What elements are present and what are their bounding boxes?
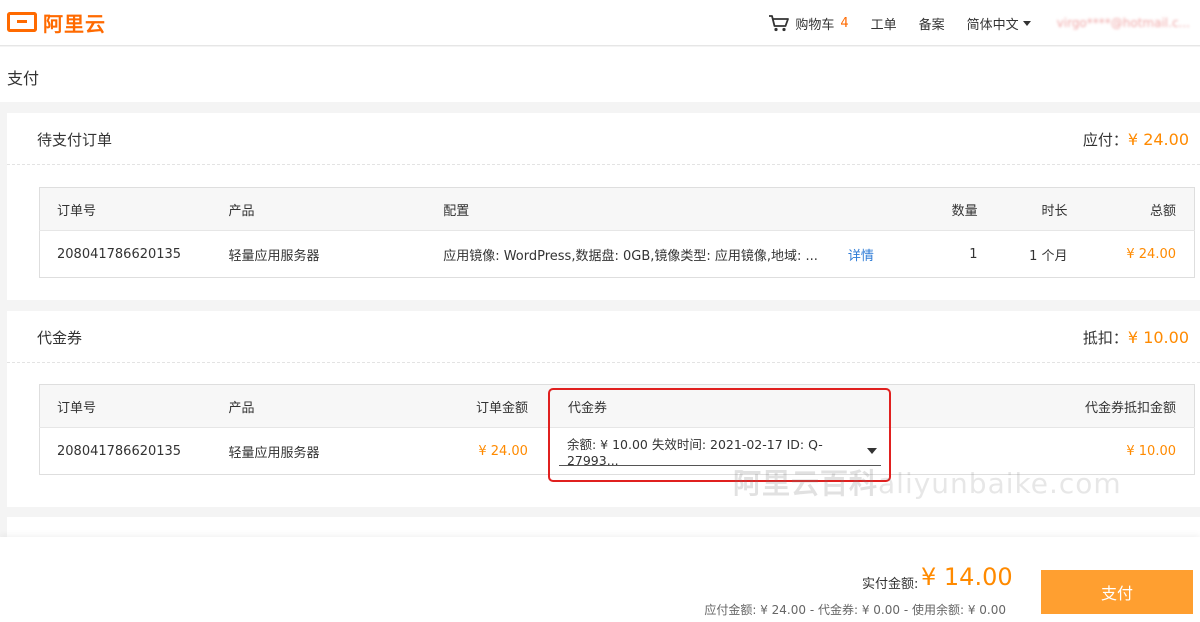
deduction-summary: 抵扣：¥ 10.00 — [1083, 327, 1189, 348]
deduction-amount: ¥ 10.00 — [1127, 328, 1189, 347]
pay-button[interactable]: 支付 — [1041, 570, 1193, 614]
quantity-value: 1 — [969, 246, 978, 262]
col-order-no: 订单号 — [39, 384, 212, 428]
ticket-label: 工单 — [870, 17, 897, 33]
voucher-panel: 代金券 抵扣：¥ 10.00 订单号 产品 订单金额 代金券 代金券抵扣金额 2… — [7, 311, 1200, 507]
pending-orders-table: 订单号 产品 配置 数量 时长 总额 208041786620135 轻量应用服… — [39, 187, 1195, 278]
pay-breakdown: 应付金额: ¥ 24.00 - 代金券: ¥ 0.00 - 使用余额: ¥ 0.… — [704, 603, 1006, 617]
payment-footer: 实付金额: ¥ 14.00 应付金额: ¥ 24.00 - 代金券: ¥ 0.0… — [0, 537, 1200, 622]
voucher-title: 代金券 — [37, 329, 83, 347]
col-voucher: 代金券 — [545, 384, 926, 428]
col-duration: 时长 — [995, 187, 1086, 231]
order-number: 208041786620135 — [57, 443, 182, 459]
chevron-down-icon — [1022, 20, 1031, 26]
ticket-link[interactable]: 工单 — [871, 14, 897, 33]
voucher-header: 代金券 抵扣：¥ 10.00 — [7, 311, 1200, 363]
cart-icon — [769, 15, 790, 32]
payable-label: 应付： — [1082, 131, 1128, 149]
order-amount-value: ¥ 24.00 — [478, 443, 528, 459]
table-header-row: 订单号 产品 配置 数量 时长 总额 — [39, 187, 1195, 231]
payable-summary: 应付：¥ 24.00 — [1083, 129, 1189, 150]
voucher-selected-value: 余额: ¥ 10.00 失效时间: 2021-02-17 ID: Q-27993… — [566, 436, 823, 468]
total-value: ¥ 24.00 — [1126, 246, 1176, 262]
col-quantity: 数量 — [895, 187, 996, 231]
deduction-value: ¥ 10.00 — [1126, 443, 1176, 459]
filing-link[interactable]: 备案 — [919, 14, 945, 33]
deduction-label: 抵扣： — [1082, 329, 1128, 347]
pending-orders-panel: 待支付订单 应付：¥ 24.00 订单号 产品 配置 数量 时长 总额 2080… — [7, 113, 1200, 300]
filing-label: 备案 — [918, 17, 945, 33]
table-header-row: 订单号 产品 订单金额 代金券 代金券抵扣金额 — [39, 384, 1195, 428]
col-total: 总额 — [1085, 187, 1195, 231]
col-voucher-deduction: 代金券抵扣金额 — [925, 384, 1195, 428]
voucher-cell: 余额: ¥ 10.00 失效时间: 2021-02-17 ID: Q-27993… — [546, 428, 926, 475]
top-bar: 阿里云 购物车 4 工单 备案 简体中文 virgo****@hotmail.c… — [0, 0, 1200, 46]
next-panel-edge — [7, 517, 1200, 537]
page-title-bar: 支付 — [0, 47, 1200, 102]
voucher-select[interactable]: 余额: ¥ 10.00 失效时间: 2021-02-17 ID: Q-27993… — [558, 436, 881, 468]
language-label: 简体中文 — [966, 17, 1019, 33]
config-text: 应用镜像: WordPress,数据盘: 0GB,镜像类型: 应用镜像,地域: … — [443, 248, 818, 264]
col-product: 产品 — [211, 187, 427, 231]
aliyun-logo[interactable]: 阿里云 — [7, 8, 106, 36]
actual-pay-amount: ¥ 14.00 — [921, 563, 1013, 591]
cart-label: 购物车 — [795, 17, 835, 33]
cart-count-badge: 4 — [840, 15, 849, 31]
duration-value: 1 个月 — [1029, 248, 1068, 264]
cart-link[interactable]: 购物车 4 — [768, 14, 849, 33]
config-cell: 应用镜像: WordPress,数据盘: 0GB,镜像类型: 应用镜像,地域: … — [426, 231, 895, 278]
pending-orders-title: 待支付订单 — [37, 131, 113, 149]
actual-pay-label: 实付金额: — [862, 577, 919, 592]
logo-text: 阿里云 — [43, 11, 106, 36]
payable-amount: ¥ 24.00 — [1127, 130, 1189, 149]
col-order-no: 订单号 — [39, 187, 212, 231]
user-account[interactable]: virgo****@hotmail.c... — [1057, 16, 1190, 30]
language-dropdown[interactable]: 简体中文 — [967, 14, 1031, 33]
order-number: 208041786620135 — [57, 246, 182, 262]
col-config: 配置 — [426, 187, 896, 231]
dropdown-arrow-icon — [866, 447, 877, 454]
product-name: 轻量应用服务器 — [228, 445, 320, 461]
col-order-amount: 订单金额 — [426, 384, 546, 428]
page-title: 支付 — [7, 69, 40, 88]
table-row: 208041786620135 轻量应用服务器 应用镜像: WordPress,… — [40, 231, 1195, 278]
top-nav: 购物车 4 工单 备案 简体中文 virgo****@hotmail.c... — [746, 0, 1190, 46]
col-product: 产品 — [211, 384, 427, 428]
table-row: 208041786620135 轻量应用服务器 ¥ 24.00 余额: ¥ 10… — [40, 428, 1195, 475]
product-name: 轻量应用服务器 — [228, 248, 320, 264]
pending-orders-header: 待支付订单 应付：¥ 24.00 — [7, 113, 1200, 165]
voucher-table: 订单号 产品 订单金额 代金券 代金券抵扣金额 208041786620135 … — [39, 384, 1195, 475]
aliyun-logo-icon — [7, 12, 37, 32]
details-link[interactable]: 详情 — [848, 249, 874, 264]
